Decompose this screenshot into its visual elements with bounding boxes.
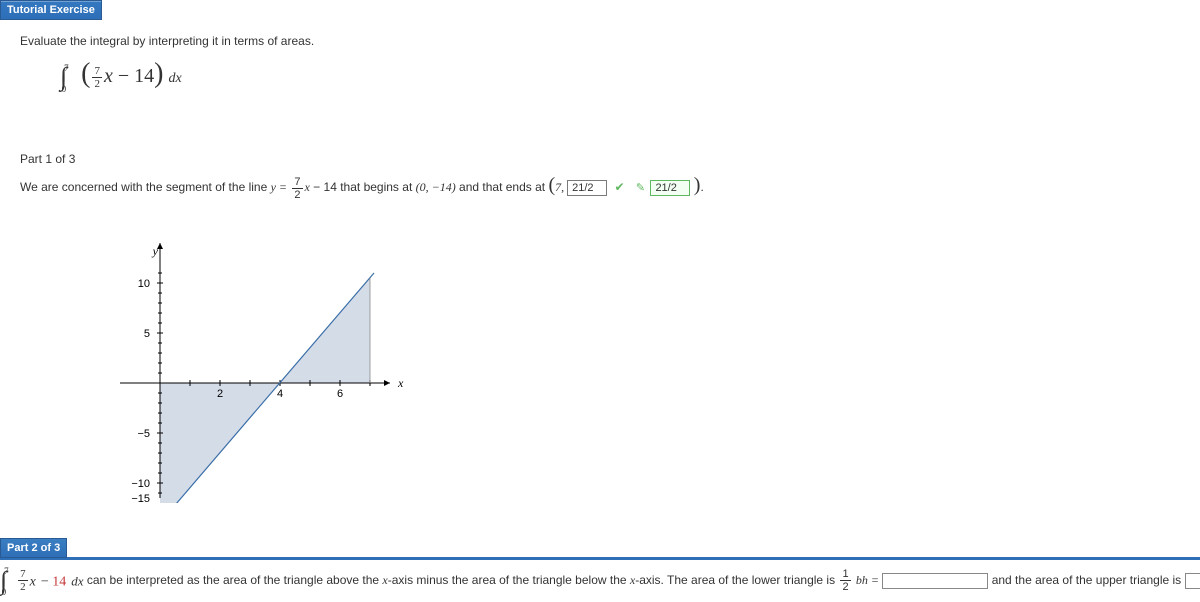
part-1-title: Part 1 of 3 [20,152,1180,166]
svg-text:10: 10 [138,278,150,290]
part-2-banner: Part 2 of 3 [0,538,67,558]
integral-expression: ∫70 (72x − 14) dx [60,58,1180,92]
pencil-icon: ✎ [636,182,645,194]
svg-text:−5: −5 [137,428,150,440]
svg-text:6: 6 [337,388,343,400]
exercise-prompt: Evaluate the integral by interpreting it… [20,34,1180,48]
exercise-content: Evaluate the integral by interpreting it… [0,20,1200,108]
part-1-sentence: We are concerned with the segment of the… [20,174,1180,200]
svg-text:−15: −15 [131,493,150,503]
checkmark-icon: ✔ [614,180,624,194]
lower-triangle-area-input[interactable] [882,573,988,589]
tutorial-exercise-header: Tutorial Exercise [0,0,102,20]
part-2-sentence: ∫7072x − 14 dx can be interpreted as the… [0,560,1200,602]
graph: 2 4 6 x [100,213,1180,506]
svg-text:x: x [397,376,404,390]
svg-text:5: 5 [144,328,150,340]
svg-text:y: y [152,244,159,258]
svg-text:2: 2 [217,388,223,400]
svg-text:−10: −10 [131,478,150,490]
answer-input-2[interactable]: 21/2 [650,180,690,196]
answer-input-1[interactable]: 21/2 [567,180,607,196]
svg-text:4: 4 [277,388,283,400]
upper-triangle-area-input[interactable] [1185,573,1200,589]
